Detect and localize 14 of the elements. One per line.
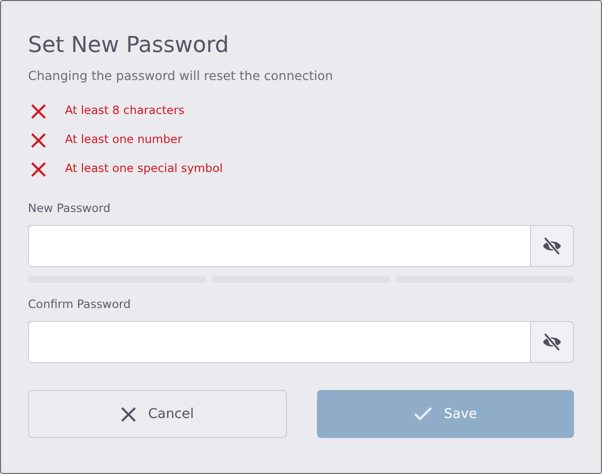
visibility-toggle-button[interactable]	[530, 225, 574, 267]
password-field[interactable]	[28, 225, 530, 267]
dialog-title: Set New Password	[28, 32, 230, 60]
field-label: Confirm Password	[28, 296, 132, 312]
visibility-toggle-button[interactable]	[530, 321, 574, 363]
requirement-text: At least 8 characters	[65, 102, 184, 120]
field-label: New Password	[28, 200, 112, 216]
check-icon	[414, 407, 432, 421]
close-icon	[121, 406, 136, 422]
dialog-subtitle: Changing the password will reset the connection	[28, 67, 334, 85]
cancel-button[interactable]: Cancel	[28, 390, 287, 438]
requirement-text: At least one number	[65, 131, 182, 148]
password-field[interactable]	[28, 321, 530, 363]
requirement-text: At least one special symbol	[65, 160, 223, 178]
